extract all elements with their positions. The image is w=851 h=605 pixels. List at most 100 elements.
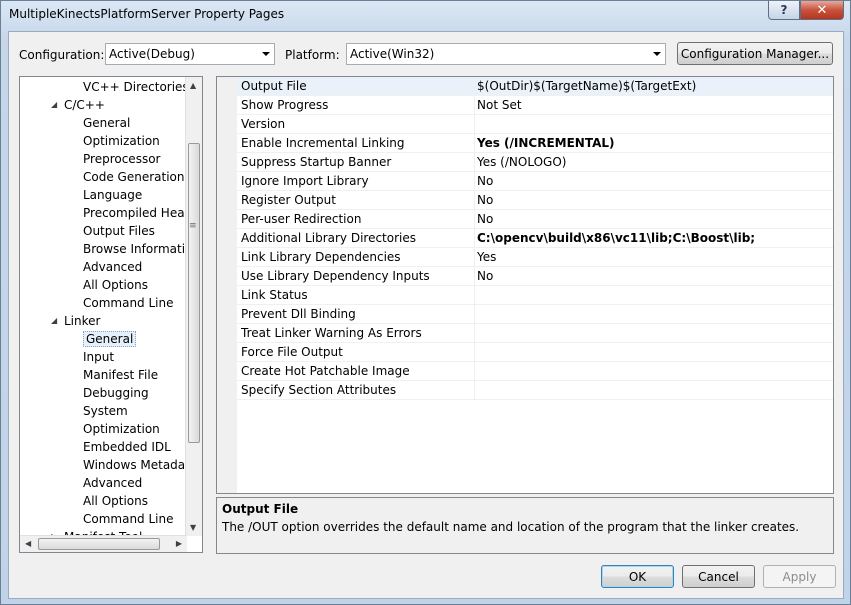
configuration-manager-button[interactable]: Configuration Manager... — [677, 42, 833, 65]
property-name: Show Progress — [241, 98, 329, 112]
tree-item[interactable]: Advanced — [83, 474, 142, 492]
property-name: Treat Linker Warning As Errors — [241, 326, 422, 340]
property-row[interactable]: Link Library Dependencies Yes — [237, 248, 833, 267]
property-name: Output File — [241, 79, 307, 93]
property-value[interactable]: No — [477, 269, 493, 283]
column-divider — [474, 343, 475, 362]
tree-item[interactable]: Optimization — [83, 132, 160, 150]
tree-item[interactable]: VC++ Directories — [83, 78, 187, 96]
tree-item[interactable]: Command Line — [83, 510, 174, 528]
tree-item[interactable]: Optimization — [83, 420, 160, 438]
tree-item[interactable]: Language — [83, 186, 142, 204]
column-divider — [474, 77, 475, 96]
configuration-dropdown[interactable]: Active(Debug) — [105, 43, 275, 65]
tree-item[interactable]: ◢ Linker — [51, 312, 100, 330]
category-tree[interactable]: VC++ Directories ◢ C/C++ General Optimizatio… — [19, 76, 203, 553]
tree-item[interactable]: ◢ C/C++ — [51, 96, 105, 114]
collapse-icon[interactable]: ◢ — [51, 312, 57, 330]
tree-item-label: Command Line — [83, 296, 174, 310]
tree-item[interactable]: Advanced — [83, 258, 142, 276]
tree-item[interactable]: Code Generation — [83, 168, 184, 186]
tree-item[interactable]: Command Line — [83, 294, 174, 312]
configuration-label: Configuration: — [19, 48, 105, 62]
tree-item[interactable]: General — [83, 330, 137, 348]
property-value[interactable]: Not Set — [477, 98, 522, 112]
tree-item[interactable]: Output Files — [83, 222, 155, 240]
tree-item[interactable]: Windows Metadata — [83, 456, 187, 474]
tree-item-label: Precompiled Heade — [83, 206, 187, 220]
platform-dropdown[interactable]: Active(Win32) — [346, 43, 666, 65]
property-pages-window: MultipleKinectsPlatformServer Property P… — [0, 0, 851, 605]
tree-item[interactable]: General — [83, 114, 130, 132]
column-divider — [474, 191, 475, 210]
property-row[interactable]: Register Output No — [237, 191, 833, 210]
tree-item[interactable]: System — [83, 402, 128, 420]
property-grid[interactable]: Output File $(OutDir)$(TargetName)$(Targe… — [216, 76, 834, 494]
property-row[interactable]: Per-user Redirection No — [237, 210, 833, 229]
tree-item[interactable]: Debugging — [83, 384, 149, 402]
property-value[interactable]: No — [477, 212, 493, 226]
property-value[interactable]: $(OutDir)$(TargetName)$(TargetExt) — [477, 79, 696, 93]
property-value[interactable]: Yes (/NOLOGO) — [477, 155, 566, 169]
scrollbar-thumb[interactable] — [38, 538, 160, 550]
tree-item-label: General — [83, 331, 137, 347]
apply-button[interactable]: Apply — [763, 565, 836, 588]
tree-item[interactable]: Input — [83, 348, 114, 366]
property-row[interactable]: Ignore Import Library No — [237, 172, 833, 191]
scroll-down-icon[interactable]: ▼ — [190, 523, 196, 532]
tree-item[interactable]: Precompiled Heade — [83, 204, 187, 222]
property-row[interactable]: Prevent Dll Binding — [237, 305, 833, 324]
property-row[interactable]: Treat Linker Warning As Errors — [237, 324, 833, 343]
ok-button[interactable]: OK — [601, 565, 674, 588]
property-value[interactable]: C:\opencv\build\x86\vc11\lib;C:\Boost\li… — [477, 231, 755, 245]
property-row[interactable]: Additional Library Directories C:\opencv\… — [237, 229, 833, 248]
scrollbar-thumb[interactable] — [188, 143, 200, 443]
property-row[interactable]: Specify Section Attributes — [237, 381, 833, 400]
column-divider — [474, 286, 475, 305]
property-row[interactable]: Use Library Dependency Inputs No — [237, 267, 833, 286]
tree-item[interactable]: Embedded IDL — [83, 438, 171, 456]
property-row[interactable]: Force File Output — [237, 343, 833, 362]
column-divider — [474, 229, 475, 248]
property-value[interactable]: No — [477, 174, 493, 188]
tree-item-label: All Options — [83, 278, 148, 292]
property-row[interactable]: Version — [237, 115, 833, 134]
tree-horizontal-scrollbar[interactable]: ◀ ▶ — [20, 535, 187, 552]
property-name: Suppress Startup Banner — [241, 155, 392, 169]
tree-item-label: System — [83, 404, 128, 418]
property-row[interactable]: Enable Incremental Linking Yes (/INCREMEN… — [237, 134, 833, 153]
tree-vertical-scrollbar[interactable]: ▲ ≡ ▼ — [185, 77, 202, 536]
tree-item-label: Optimization — [83, 134, 160, 148]
title-bar[interactable]: MultipleKinectsPlatformServer Property P… — [1, 1, 850, 31]
property-value[interactable]: Yes — [477, 250, 496, 264]
tree-item[interactable]: All Options — [83, 276, 148, 294]
cancel-button[interactable]: Cancel — [682, 565, 755, 588]
property-row[interactable]: Suppress Startup Banner Yes (/NOLOGO) — [237, 153, 833, 172]
property-name: Version — [241, 117, 286, 131]
tree-item[interactable]: Browse Information — [83, 240, 187, 258]
property-value[interactable]: No — [477, 193, 493, 207]
property-row[interactable]: Show Progress Not Set — [237, 96, 833, 115]
tree-item-label: Advanced — [83, 260, 143, 274]
tree-item-label: General — [83, 116, 131, 130]
close-button[interactable]: ✕ — [800, 1, 844, 20]
tree-item-label: Embedded IDL — [83, 440, 171, 454]
tree-item-label: Manifest File — [83, 368, 159, 382]
property-value[interactable]: Yes (/INCREMENTAL) — [477, 136, 615, 150]
column-divider — [474, 267, 475, 286]
tree-item[interactable]: Preprocessor — [83, 150, 160, 168]
scroll-up-icon[interactable]: ▲ — [190, 81, 196, 90]
property-row[interactable]: Output File $(OutDir)$(TargetName)$(Targe… — [237, 77, 833, 96]
platform-value: Active(Win32) — [350, 47, 435, 61]
property-name: Create Hot Patchable Image — [241, 364, 410, 378]
scroll-right-icon[interactable]: ▶ — [176, 539, 182, 548]
tree-item-label: Advanced — [83, 476, 143, 490]
property-row[interactable]: Create Hot Patchable Image — [237, 362, 833, 381]
tree-item[interactable]: All Options — [83, 492, 148, 510]
chevron-down-icon — [262, 52, 270, 56]
collapse-icon[interactable]: ◢ — [51, 96, 57, 114]
tree-item[interactable]: Manifest File — [83, 366, 158, 384]
help-button[interactable]: ? — [768, 1, 800, 20]
property-row[interactable]: Link Status — [237, 286, 833, 305]
scroll-left-icon[interactable]: ◀ — [25, 539, 31, 548]
